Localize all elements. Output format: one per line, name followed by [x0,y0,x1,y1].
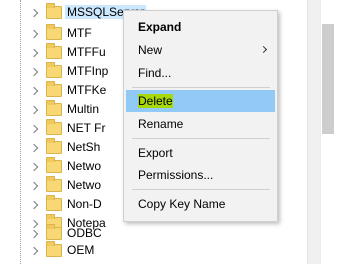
tree-item-mtf[interactable]: MTF [0,24,120,44]
menu-item-rename[interactable]: Rename [126,113,275,135]
folder-icon [46,241,62,257]
tree-item-label: NET Fr [67,121,106,135]
tree-item-oem[interactable]: OEM [0,241,120,261]
tree-item-netsh[interactable]: NetSh [0,138,120,158]
tree-item-non-d[interactable]: Non-D [0,195,120,215]
menu-item-label: Expand [138,20,182,34]
chevron-right-icon[interactable] [29,48,39,58]
menu-item-label: Find... [138,66,172,80]
folder-icon [46,81,62,97]
chevron-right-icon[interactable] [29,143,39,153]
tree-item-label: MTFKe [67,83,107,97]
tree-item-mtfke[interactable]: MTFKe [0,81,120,101]
menu-item-find[interactable]: Find... [126,62,275,84]
menu-item-label: New [138,43,163,57]
tree-item-label: MTFInp [67,64,109,78]
scrollbar-thumb[interactable] [322,24,334,134]
menu-item-label: Rename [138,117,184,131]
folder-icon [46,157,62,173]
chevron-right-icon[interactable] [29,29,39,39]
chevron-right-icon[interactable] [29,67,39,77]
tree-item-netwo-1[interactable]: Netwo [0,157,120,177]
tree-item-label: MTFFu [67,45,106,59]
folder-icon [46,43,62,59]
folder-icon [46,100,62,116]
menu-separator [132,189,270,190]
tree-item-label: MTF [67,26,92,40]
menu-item-export[interactable]: Export [126,142,275,164]
tree-item-label: Netwo [67,159,102,173]
chevron-right-icon[interactable] [29,162,39,172]
tree-item-label: Netwo [67,178,102,192]
folder-icon [46,195,62,211]
submenu-arrow-icon [259,45,268,54]
menu-item-copy-key-name[interactable]: Copy Key Name [126,193,275,215]
menu-item-new[interactable]: New [126,39,275,61]
chevron-right-icon[interactable] [29,200,39,210]
tree-item-label: NetSh [67,140,101,154]
pane-divider [307,0,320,264]
menu-item-permissions[interactable]: Permissions... [126,164,275,186]
menu-item-label: Permissions... [138,168,214,182]
menu-item-label: Delete [138,94,173,108]
folder-icon [46,176,62,192]
tree-item-label: ODBC [67,226,102,240]
tree-item-label: Non-D [67,197,102,211]
chevron-right-icon[interactable] [29,229,39,239]
tree-item-mssqlserver[interactable]: MSSQLServer [0,3,147,23]
chevron-right-icon[interactable] [29,124,39,134]
chevron-right-icon[interactable] [29,86,39,96]
context-menu: Expand New Find... Delete Rename Export … [123,10,278,222]
folder-icon [46,62,62,78]
folder-icon [46,3,62,19]
tree-item-label: Multin [67,102,100,116]
menu-item-delete[interactable]: Delete [126,90,275,112]
tree-item-mtfinp[interactable]: MTFInp [0,62,120,82]
tree-item-net-fr[interactable]: NET Fr [0,119,120,139]
menu-item-expand[interactable]: Expand [126,16,275,38]
menu-separator [132,87,270,88]
chevron-right-icon[interactable] [29,246,39,256]
chevron-right-icon[interactable] [29,8,39,18]
tree-item-mtffu[interactable]: MTFFu [0,43,120,63]
menu-item-label: Copy Key Name [138,197,226,211]
menu-item-label: Export [138,146,173,160]
menu-separator [132,138,270,139]
folder-icon [46,138,62,154]
chevron-right-icon[interactable] [29,105,39,115]
folder-icon [46,119,62,135]
chevron-right-icon[interactable] [29,181,39,191]
tree-item-netwo-2[interactable]: Netwo [0,176,120,196]
folder-icon [46,24,62,40]
tree-item-multin[interactable]: Multin [0,100,120,120]
tree-item-label: OEM [67,243,95,257]
folder-icon [46,224,62,240]
